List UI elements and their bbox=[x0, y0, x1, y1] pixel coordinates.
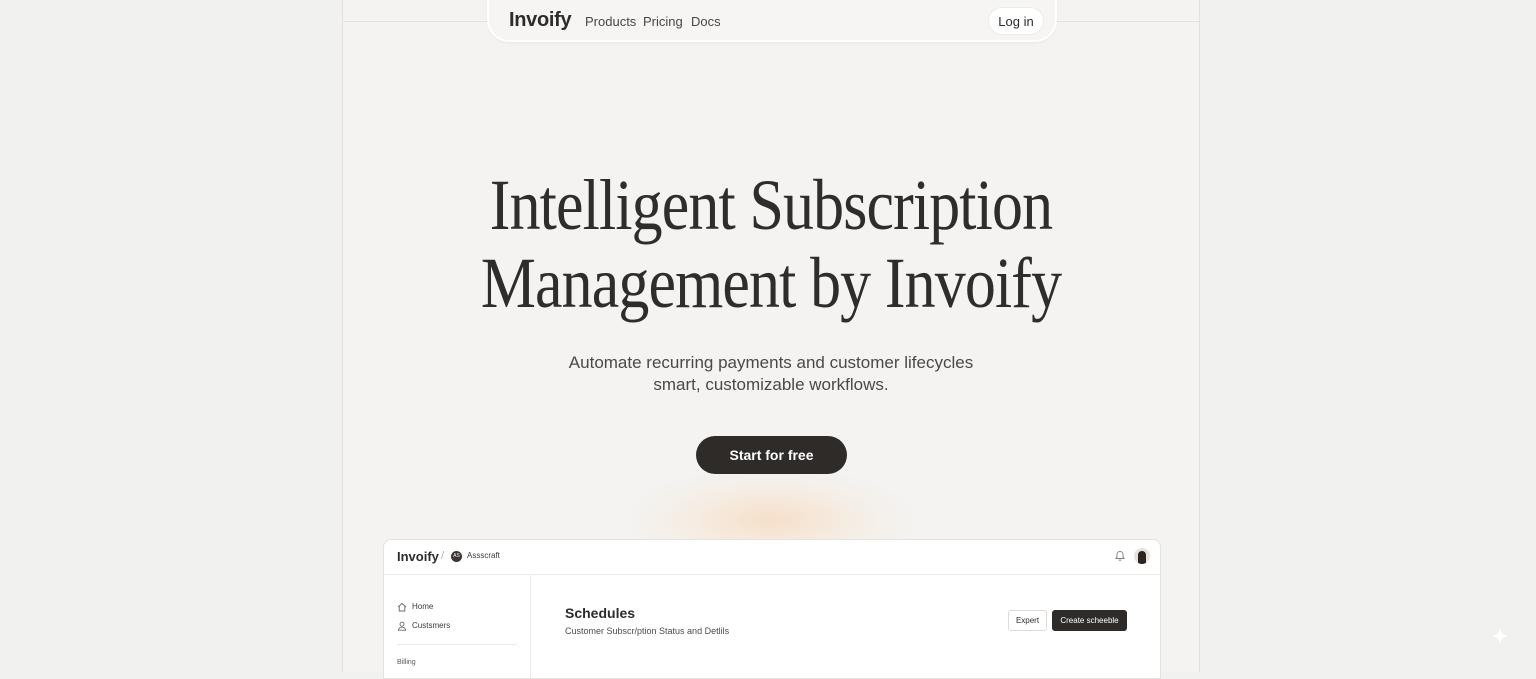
sidebar-section-billing: Billing bbox=[397, 659, 416, 666]
start-for-free-button[interactable]: Start for free bbox=[696, 436, 847, 474]
sidebar-item-label: Home bbox=[412, 602, 434, 611]
app-brand-logo: Invoify bbox=[397, 549, 439, 564]
schedules-description: Customer Subscr/ption Status and Detlils bbox=[565, 626, 730, 636]
app-sidebar: Home Custsmers Billing bbox=[384, 575, 531, 678]
hero-title: Intelligent Subscription Management by I… bbox=[342, 166, 1200, 322]
sidebar-item-label: Custsmers bbox=[412, 621, 451, 630]
user-icon bbox=[397, 621, 407, 631]
home-icon bbox=[397, 602, 407, 612]
sparkle-icon bbox=[1491, 627, 1509, 645]
login-button[interactable]: Log in bbox=[989, 8, 1043, 34]
export-button: Expert bbox=[1008, 610, 1047, 631]
top-nav: Invoify Products Pricing Docs Log in bbox=[487, 0, 1057, 42]
user-avatar bbox=[1134, 548, 1150, 564]
breadcrumb-separator: / bbox=[441, 550, 445, 562]
nav-link-pricing[interactable]: Pricing bbox=[643, 14, 683, 29]
create-schedule-button: Create scheeble bbox=[1052, 610, 1127, 631]
hero-subtitle-line: smart, customizable workflows. bbox=[653, 375, 889, 394]
hero-title-line: Management by Invoify bbox=[480, 243, 1062, 323]
app-preview-header: Invoify / AS Assscraft bbox=[384, 540, 1160, 575]
hero-subtitle-line: Automate recurring payments and customer… bbox=[568, 353, 974, 372]
workspace-avatar: AS bbox=[451, 551, 462, 562]
hero-subtitle: Automate recurring payments and customer… bbox=[342, 352, 1200, 396]
nav-brand-logo[interactable]: Invoify bbox=[509, 9, 572, 32]
nav-link-products[interactable]: Products bbox=[585, 14, 636, 29]
bell-icon bbox=[1115, 550, 1125, 561]
hero-title-line: Intelligent Subscription bbox=[489, 165, 1053, 245]
nav-link-docs[interactable]: Docs bbox=[691, 14, 721, 29]
sidebar-divider bbox=[397, 644, 517, 645]
app-preview: Invoify / AS Assscraft Home Custsmers Bi… bbox=[383, 539, 1161, 679]
workspace-name: Assscraft bbox=[467, 551, 500, 560]
schedules-title: Schedules bbox=[565, 605, 636, 621]
